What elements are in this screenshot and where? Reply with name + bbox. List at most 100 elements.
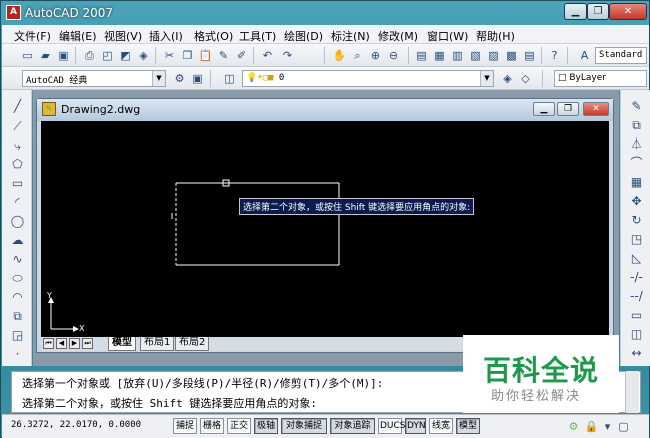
zoom-window-icon[interactable]: ⊕: [368, 48, 383, 63]
drawing-canvas[interactable]: Y X: [41, 121, 609, 337]
offset-icon[interactable]: ⌒: [628, 155, 645, 172]
3d-dwf-icon[interactable]: ◈: [136, 48, 151, 63]
lock-icon[interactable]: 🔒: [584, 419, 599, 434]
array-icon[interactable]: ▦: [628, 174, 645, 191]
drawing-restore-button[interactable]: ❐: [557, 102, 579, 116]
zoom-previous-icon[interactable]: ⊖: [386, 48, 401, 63]
menu-format[interactable]: 格式(O): [194, 28, 233, 44]
plot-preview-icon[interactable]: ◰: [100, 48, 115, 63]
chamfer-icon[interactable]: ◫: [628, 326, 645, 343]
minimize-button[interactable]: ▁: [564, 3, 587, 20]
tab-model[interactable]: 模型: [108, 337, 136, 351]
properties-icon[interactable]: ▤: [414, 48, 429, 63]
match-properties-icon[interactable]: ✎: [216, 48, 231, 63]
command-prompt-line[interactable]: 选择第二个对象，或按住 Shift 键选择要应用角点的对象:: [22, 395, 317, 411]
dyn-toggle[interactable]: DYN: [405, 418, 426, 434]
chevron-down-icon[interactable]: ▼: [480, 71, 493, 86]
model-toggle[interactable]: 模型: [456, 418, 480, 434]
otrack-toggle[interactable]: 对象追踪: [330, 418, 375, 434]
menu-window[interactable]: 窗口(W): [427, 28, 468, 44]
markup-icon[interactable]: ▨: [486, 48, 501, 63]
save-icon[interactable]: ▣: [56, 48, 71, 63]
menu-view[interactable]: 视图(V): [104, 28, 142, 44]
scale-icon[interactable]: ◳: [628, 231, 645, 248]
cut-icon[interactable]: ✂: [162, 48, 177, 63]
rectangle-icon[interactable]: ▭: [9, 175, 26, 192]
publish-icon[interactable]: ◩: [118, 48, 133, 63]
drawing-minimize-button[interactable]: ▁: [533, 102, 555, 116]
last-tab-icon[interactable]: ⏭: [82, 338, 93, 349]
menu-modify[interactable]: 修改(M): [378, 28, 418, 44]
move-icon[interactable]: ✥: [628, 193, 645, 210]
workspace-settings-icon[interactable]: ⚙: [172, 71, 187, 86]
osnap-toggle[interactable]: 对象捕捉: [281, 418, 327, 434]
design-center-icon[interactable]: ▦: [432, 48, 447, 63]
layer-manager-icon[interactable]: ◫: [222, 71, 237, 86]
grid-toggle[interactable]: 栅格: [200, 418, 224, 434]
print-icon[interactable]: ⎙: [82, 48, 97, 63]
rotate-icon[interactable]: ↻: [628, 212, 645, 229]
menu-draw[interactable]: 绘图(D): [284, 28, 323, 44]
make-block-icon[interactable]: ◲: [9, 327, 26, 344]
menu-file[interactable]: 文件(F): [14, 28, 51, 44]
ellipse-icon[interactable]: ⬭: [9, 270, 26, 287]
point-icon[interactable]: ·: [9, 346, 26, 363]
new-icon[interactable]: ▭: [20, 48, 35, 63]
polar-toggle[interactable]: 极轴: [254, 418, 278, 434]
menu-edit[interactable]: 编辑(E): [59, 28, 97, 44]
command-scrollbar[interactable]: [625, 371, 639, 413]
stretch-icon[interactable]: ◺: [628, 250, 645, 267]
arc-icon[interactable]: ◜: [9, 194, 26, 211]
status-menu-icon[interactable]: ▾: [600, 419, 615, 434]
ortho-toggle[interactable]: 正交: [227, 418, 251, 434]
ducs-toggle[interactable]: DUCS: [378, 418, 406, 434]
dbconnect-icon[interactable]: ▩: [504, 48, 519, 63]
insert-block-icon[interactable]: ⧉: [9, 308, 26, 325]
zoom-realtime-icon[interactable]: ⌕: [350, 48, 365, 63]
first-tab-icon[interactable]: ⏮: [43, 338, 54, 349]
break-icon[interactable]: ▭: [628, 307, 645, 324]
block-editor-icon[interactable]: ✐: [234, 48, 249, 63]
tray-settings-icon[interactable]: ⚙: [566, 419, 581, 434]
revision-cloud-icon[interactable]: ☁: [9, 232, 26, 249]
chevron-down-icon[interactable]: ▼: [152, 71, 165, 86]
snap-toggle[interactable]: 捕捉: [173, 418, 197, 434]
undo-icon[interactable]: ↶: [260, 48, 275, 63]
autocad-logo-icon[interactable]: A: [6, 5, 21, 20]
ellipse-arc-icon[interactable]: ◠: [9, 289, 26, 306]
line-icon[interactable]: ╱: [9, 98, 26, 115]
tool-palettes-icon[interactable]: ▥: [450, 48, 465, 63]
layer-combo[interactable]: 💡☀▢■ 0 ▼: [242, 70, 494, 87]
lineweight-toggle[interactable]: 线宽: [429, 418, 453, 434]
fillet-icon[interactable]: ↔: [628, 345, 645, 362]
maximize-button[interactable]: ❐: [587, 3, 609, 20]
make-current-layer-icon[interactable]: ◈: [500, 71, 515, 86]
extend-icon[interactable]: --/: [628, 288, 645, 305]
prev-tab-icon[interactable]: ◀: [56, 338, 67, 349]
spline-icon[interactable]: ∿: [9, 251, 26, 268]
trim-icon[interactable]: -/-: [628, 269, 645, 286]
menu-dimension[interactable]: 标注(N): [331, 28, 370, 44]
workspace-combo[interactable]: AutoCAD 经典 ▼: [22, 70, 166, 87]
next-tab-icon[interactable]: ▶: [69, 338, 80, 349]
layer-previous-icon[interactable]: ◇: [518, 71, 533, 86]
paste-icon[interactable]: 📋: [198, 48, 213, 63]
text-style-icon[interactable]: A: [577, 48, 592, 63]
copy-object-icon[interactable]: ⧉: [628, 117, 645, 134]
polyline-icon[interactable]: ⤷: [9, 138, 26, 155]
redo-icon[interactable]: ↷: [280, 48, 295, 63]
open-icon[interactable]: ▰: [38, 48, 53, 63]
drawing-close-button[interactable]: ✕: [583, 102, 609, 116]
clean-screen-icon[interactable]: ▢: [616, 419, 631, 434]
tab-layout2[interactable]: 布局2: [175, 337, 210, 351]
sheet-set-icon[interactable]: ▧: [468, 48, 483, 63]
color-combo[interactable]: □ ByLayer: [554, 70, 647, 87]
menu-help[interactable]: 帮助(H): [476, 28, 515, 44]
text-style-combo[interactable]: Standard: [595, 47, 647, 64]
copy-icon[interactable]: ❐: [180, 48, 195, 63]
save-workspace-icon[interactable]: ▣: [190, 71, 205, 86]
quickcalc-icon[interactable]: ▤: [522, 48, 537, 63]
help-icon[interactable]: ?: [547, 48, 562, 63]
mirror-icon[interactable]: ⏃: [628, 136, 645, 153]
menu-tools[interactable]: 工具(T): [239, 28, 276, 44]
